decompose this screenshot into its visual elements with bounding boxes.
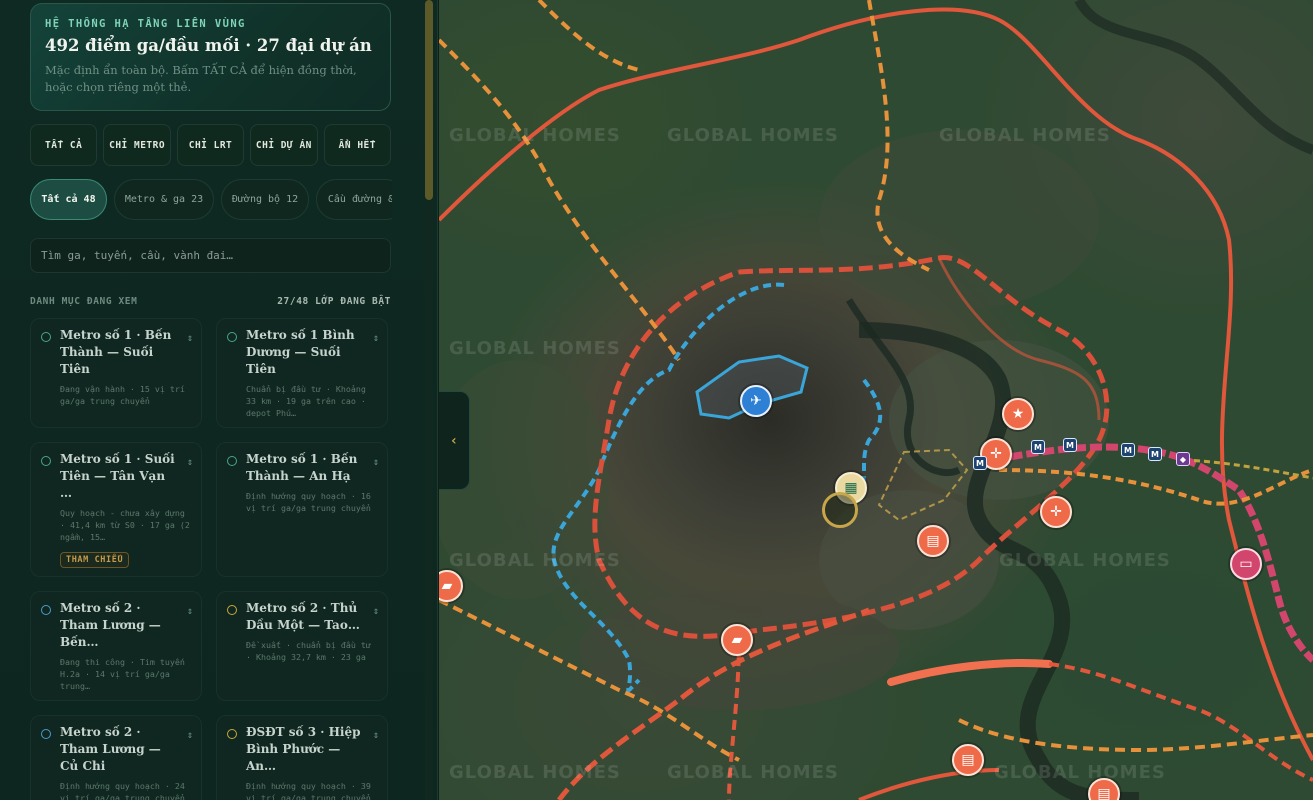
summary-description: Mặc định ẩn toàn bộ. Bấm TẤT CẢ để hiện …: [45, 63, 357, 94]
layer-filter-buttons: TẤT CẢ CHỈ METRO CHỈ LRT CHỈ DỰ ÁN ẨN HẾ…: [30, 124, 392, 166]
route-card[interactable]: ⇕ Metro số 2 · Tham Lương — Bến… Đang thi …: [30, 591, 202, 701]
crosshair-icon[interactable]: ✛: [1040, 496, 1072, 528]
locate-icon[interactable]: ⇕: [187, 730, 193, 741]
district-outline-east: [857, 378, 883, 492]
route-toggle-dot[interactable]: [227, 332, 237, 342]
map-view[interactable]: GLOBAL HOMES GLOBAL HOMES GLOBAL HOMES G…: [439, 0, 1313, 800]
airplane-icon[interactable]: ✈: [740, 385, 772, 417]
locate-icon[interactable]: ⇕: [373, 606, 379, 617]
watermark: GLOBAL HOMES: [449, 125, 621, 146]
project-ring[interactable]: [822, 492, 858, 528]
route-name: Metro số 2 · Thủ Dầu Một — Tao…: [246, 601, 360, 632]
star-icon[interactable]: ★: [1002, 398, 1034, 430]
route-meta: Định hướng quy hoạch · 39 vị trí ga/ga t…: [246, 781, 371, 800]
locate-icon[interactable]: ⇕: [373, 730, 379, 741]
route-card[interactable]: ⇕ Metro số 1 · Bến Thành — An Hạ Định hướn…: [216, 442, 388, 577]
search-input[interactable]: [30, 238, 391, 273]
expressway-southeast: [887, 658, 1053, 686]
train-icon[interactable]: ▤: [917, 525, 949, 557]
summary-kicker: HỆ THỐNG HẠ TẦNG LIÊN VÙNG: [45, 18, 246, 30]
map-overlay: [439, 0, 1313, 800]
train-icon[interactable]: ▭: [1230, 548, 1262, 580]
sidebar: HỆ THỐNG HẠ TẦNG LIÊN VÙNG 492 điểm ga/đ…: [0, 0, 438, 800]
sidebar-content: HỆ THỐNG HẠ TẦNG LIÊN VÙNG 492 điểm ga/đ…: [0, 0, 422, 800]
pill-all[interactable]: Tất cả 48: [30, 179, 107, 220]
metro-station-icon[interactable]: M: [1148, 447, 1162, 461]
watermark: GLOBAL HOMES: [939, 125, 1111, 146]
bus-icon[interactable]: ▤: [952, 744, 984, 776]
expressway-north: [439, 38, 681, 362]
watermark: GLOBAL HOMES: [449, 338, 621, 359]
locate-icon[interactable]: ⇕: [187, 606, 193, 617]
filter-metro-only-button[interactable]: CHỈ METRO: [103, 124, 171, 166]
route-toggle-dot[interactable]: [41, 729, 51, 739]
section-header: DANH MỤC ĐANG XEM 27/48 LỚP ĐANG BẬT: [30, 296, 391, 307]
sidebar-scrollbar[interactable]: [425, 0, 433, 800]
summary-title: 492 điểm ga/đầu mối · 27 đại dự án: [45, 36, 372, 55]
scrollbar-thumb[interactable]: [425, 0, 433, 200]
metro-station-icon[interactable]: M: [1031, 440, 1045, 454]
watermark: GLOBAL HOMES: [449, 762, 621, 783]
route-name: Metro số 1 · Bến Thành — Suối Tiên: [60, 328, 172, 376]
route-list: ⇕ Metro số 1 · Bến Thành — Suối Tiên Đang …: [30, 318, 391, 800]
route-card[interactable]: ⇕ ĐSĐT số 3 · Hiệp Bình Phước — An… Định h…: [216, 715, 388, 800]
route-name: Metro số 1 · Suối Tiên — Tân Vạn …: [60, 452, 175, 500]
route-card[interactable]: ⇕ Metro số 2 · Tham Lương — Củ Chi Định hư…: [30, 715, 202, 800]
collapse-sidebar-button[interactable]: ‹: [439, 391, 470, 490]
reference-tag: THAM CHIẾU: [60, 552, 130, 568]
route-meta: Đang vận hành · 15 vị trí ga/ga trung ch…: [60, 384, 185, 406]
route-name: Metro số 2 · Tham Lương — Bến…: [60, 601, 161, 649]
route-toggle-dot[interactable]: [227, 456, 237, 466]
pill-bridges[interactable]: Cầu đường &: [316, 179, 392, 220]
route-card[interactable]: ⇕ Metro số 1 · Suối Tiên — Tân Vạn … Quy h…: [30, 442, 202, 577]
route-name: Metro số 1 · Bến Thành — An Hạ: [246, 452, 358, 483]
pill-metro-stations[interactable]: Metro & ga 23: [114, 179, 214, 220]
route-meta: Định hướng quy hoạch · 16 vị trí ga/ga t…: [246, 491, 371, 513]
metro-station-icon[interactable]: M: [1121, 443, 1135, 457]
route-card[interactable]: ⇕ Metro số 1 Bình Dương — Suối Tiên Chuẩn …: [216, 318, 388, 428]
route-card[interactable]: ⇕ Metro số 2 · Thủ Dầu Một — Tao… Đề xuất …: [216, 591, 388, 701]
route-toggle-dot[interactable]: [41, 456, 51, 466]
route-meta: Định hướng quy hoạch · 24 vị trí ga/ga t…: [60, 781, 185, 800]
route-name: ĐSĐT số 3 · Hiệp Bình Phước — An…: [246, 725, 361, 773]
route-meta: Đang thi công · Tim tuyến H.2a · 14 vị t…: [60, 657, 185, 691]
route-toggle-dot[interactable]: [41, 605, 51, 615]
layer-count: 27/48 LỚP ĐANG BẬT: [277, 296, 391, 307]
filter-hide-all-button[interactable]: ẨN HẾT: [323, 124, 392, 166]
pill-roads[interactable]: Đường bộ 12: [221, 179, 309, 220]
locate-icon[interactable]: ⇕: [187, 333, 193, 344]
locate-icon[interactable]: ⇕: [373, 457, 379, 468]
category-pills: Tất cả 48 Metro & ga 23 Đường bộ 12 Cầu …: [30, 179, 392, 220]
diamond-icon[interactable]: ◆: [1176, 452, 1190, 466]
watermark: GLOBAL HOMES: [999, 550, 1171, 571]
filter-lrt-only-button[interactable]: CHỈ LRT: [176, 124, 245, 166]
route-name: Metro số 2 · Tham Lương — Củ Chi: [60, 725, 161, 773]
metro-station-icon[interactable]: M: [1063, 438, 1077, 452]
watermark: GLOBAL HOMES: [667, 125, 839, 146]
route-name: Metro số 1 Bình Dương — Suối Tiên: [246, 328, 355, 376]
metro-station-icon[interactable]: M: [973, 456, 987, 470]
summary-card: HỆ THỐNG HẠ TẦNG LIÊN VÙNG 492 điểm ga/đ…: [30, 3, 391, 111]
filter-projects-only-button[interactable]: CHỈ DỰ ÁN: [250, 124, 318, 166]
route-card[interactable]: ⇕ Metro số 1 · Bến Thành — Suối Tiên Đang …: [30, 318, 202, 428]
route-meta: Quy hoạch - chưa xây dựng · 41,4 km từ S…: [60, 508, 190, 542]
section-title: DANH MỤC ĐANG XEM: [30, 296, 138, 307]
ticket-icon[interactable]: ▰: [721, 624, 753, 656]
route-meta: Đề xuất · chuẩn bị đầu tư · Khoảng 32,7 …: [246, 640, 371, 662]
route-meta: Chuẩn bị đầu tư · Khoảng 33 km · 19 ga t…: [246, 384, 366, 418]
road-south-4: [858, 768, 1000, 800]
filter-all-button[interactable]: TẤT CẢ: [30, 124, 98, 166]
locate-icon[interactable]: ⇕: [187, 457, 193, 468]
route-toggle-dot[interactable]: [227, 729, 237, 739]
watermark: GLOBAL HOMES: [449, 550, 621, 571]
expressway-top: [537, 0, 640, 72]
locate-icon[interactable]: ⇕: [373, 333, 379, 344]
route-toggle-dot[interactable]: [41, 332, 51, 342]
watermark: GLOBAL HOMES: [994, 762, 1166, 783]
route-toggle-dot[interactable]: [227, 605, 237, 615]
watermark: GLOBAL HOMES: [667, 762, 839, 783]
